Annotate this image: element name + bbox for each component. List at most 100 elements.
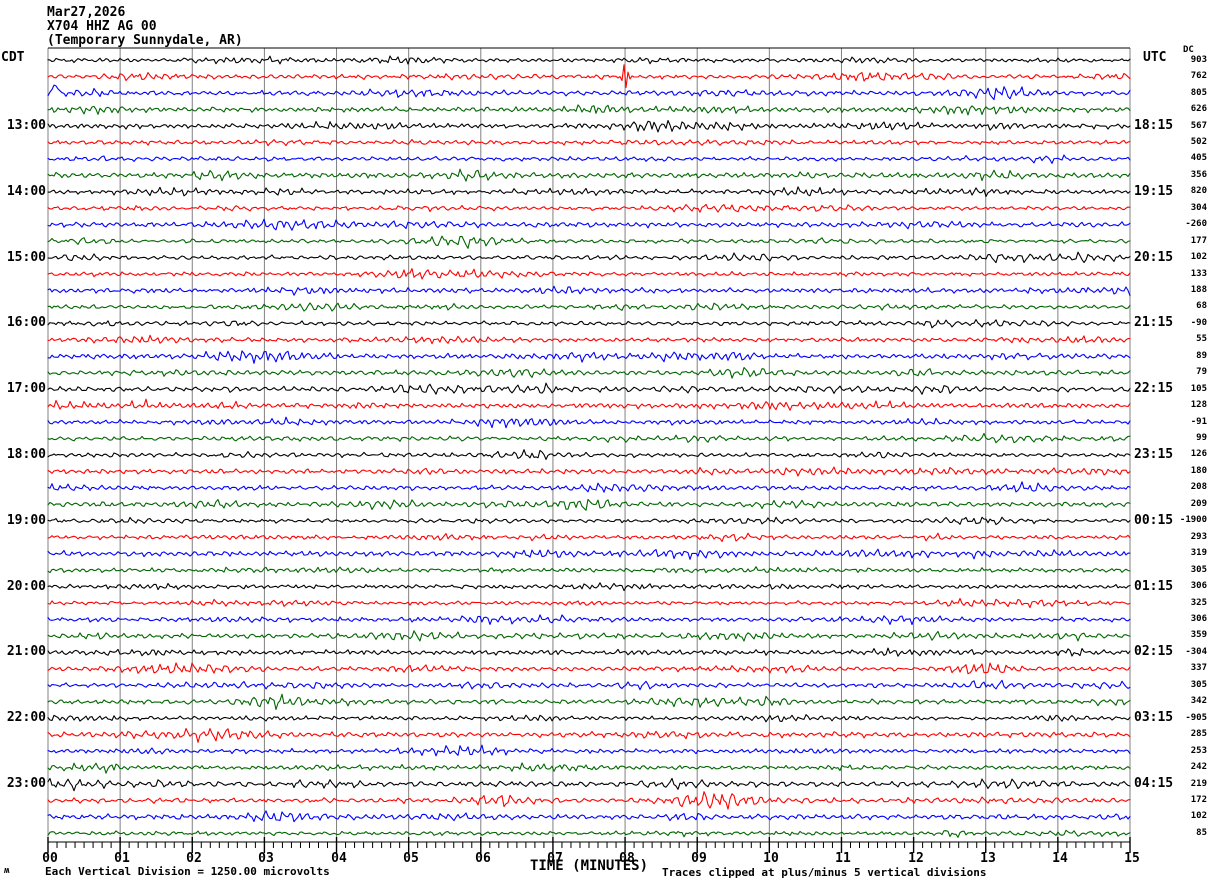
seismogram-trace-row-1 [47,64,1131,89]
corner-squiggle-mark: ʍ [4,866,10,876]
dc-offset-value: 626 [1190,104,1207,114]
minute-tick-label: 12 [908,851,924,866]
helicorder-page: Mar27,2026 X704 HHZ AG 00 (Temporary Sun… [0,0,1210,886]
seismogram-trace-row-2 [47,84,1131,101]
seismogram-trace-row-44 [47,777,1131,792]
minute-tick-label: 05 [403,851,419,866]
seismogram-trace-row-18 [47,350,1131,364]
seismogram-trace-row-6 [47,154,1131,164]
minute-tick-label: 04 [331,851,347,866]
dc-offset-value: 55 [1196,334,1207,344]
seismogram-trace-row-42 [47,744,1131,757]
seismogram-trace-row-33 [47,597,1131,609]
dc-offset-value: 567 [1190,121,1207,131]
dc-offset-value: 325 [1190,598,1207,608]
minute-tick-label: 02 [186,851,202,866]
dc-offset-value: 306 [1190,581,1207,591]
seismogram-trace-row-25 [47,466,1131,477]
dc-offset-value: 305 [1190,565,1207,575]
dc-offset-value: 188 [1190,285,1207,295]
seismogram-trace-row-13 [47,268,1131,280]
minute-tick-label: 10 [763,851,779,866]
seismogram-trace-row-9 [47,203,1131,213]
seismogram-trace-row-20 [47,382,1131,395]
seismogram-trace-row-38 [47,679,1131,691]
seismogram-trace-row-24 [47,449,1131,460]
footer-clip-note: Traces clipped at plus/minus 5 vertical … [662,866,987,879]
seismogram-trace-row-16 [47,319,1131,329]
seismogram-trace-row-39 [47,693,1131,711]
dc-offset-value: 304 [1190,203,1207,213]
left-hour-label: 19:00 [6,513,46,528]
seismogram-trace-row-27 [47,498,1131,511]
left-hour-label: 14:00 [6,184,46,199]
minute-tick-label: 03 [258,851,274,866]
dc-offset-value: 502 [1190,137,1207,147]
seismogram-trace-row-40 [47,714,1131,723]
dc-offset-value: 105 [1190,384,1207,394]
seismogram-trace-row-23 [47,432,1131,444]
dc-offset-value: 359 [1190,630,1207,640]
dc-offset-value: -90 [1190,318,1207,328]
left-hour-label: 17:00 [6,381,46,396]
left-hour-label: 20:00 [6,579,46,594]
dc-offset-value: 102 [1190,811,1207,821]
dc-offset-value: 903 [1190,55,1207,65]
seismogram-trace-row-19 [47,366,1131,379]
left-hour-label: 22:00 [6,710,46,725]
left-hour-label: 15:00 [6,250,46,265]
minute-tick-label: 09 [691,851,707,866]
dc-offset-value: 99 [1196,433,1207,443]
dc-offset-value: 342 [1190,696,1207,706]
dc-offset-value: 177 [1190,236,1207,246]
seismogram-trace-row-26 [47,481,1131,493]
dc-offset-value: 306 [1190,614,1207,624]
dc-offset-value: 128 [1190,400,1207,410]
seismogram-trace-row-30 [47,548,1131,560]
dc-offset-value: 820 [1190,186,1207,196]
dc-offset-value: 242 [1190,762,1207,772]
dc-offset-value: 319 [1190,548,1207,558]
x-axis-label: TIME (MINUTES) [530,858,649,874]
seismogram-trace-row-28 [47,516,1131,526]
minute-tick-label: 06 [475,851,491,866]
dc-offset-value: -905 [1185,713,1207,723]
dc-offset-value: 405 [1190,153,1207,163]
left-hour-label: 18:00 [6,447,46,462]
minute-tick-label: 15 [1124,851,1140,866]
dc-offset-value: 85 [1196,828,1207,838]
dc-offset-value: -1900 [1179,515,1207,525]
dc-offset-value: 762 [1190,71,1207,81]
dc-offset-value: -260 [1185,219,1207,229]
dc-offset-value: 805 [1190,88,1207,98]
seismogram-trace-row-21 [47,398,1131,411]
left-hour-label: 16:00 [6,315,46,330]
left-hour-label: 23:00 [6,776,46,791]
seismogram-trace-row-10 [47,218,1131,231]
seismogram-trace-row-29 [47,532,1131,543]
dc-offset-value: -304 [1185,647,1207,657]
dc-offset-value: 356 [1190,170,1207,180]
seismogram-trace-row-37 [47,662,1131,675]
dc-offset-value: 219 [1190,779,1207,789]
dc-offset-value: 79 [1196,367,1207,377]
dc-offset-value: 126 [1190,449,1207,459]
minute-tick-label: 11 [835,851,851,866]
dc-offset-value: 305 [1190,680,1207,690]
seismogram-trace-row-34 [47,614,1131,626]
seismogram-trace-row-14 [47,285,1131,297]
seismogram-trace-row-4 [47,119,1131,133]
dc-offset-value: 180 [1190,466,1207,476]
seismogram-trace-row-8 [47,186,1131,198]
seismogram-trace-row-31 [47,566,1131,574]
dc-offset-value: 172 [1190,795,1207,805]
seismogram-trace-row-47 [47,829,1131,838]
dc-offset-value: 68 [1196,301,1207,311]
seismogram-trace-row-7 [47,168,1131,182]
seismogram-trace-row-36 [47,647,1131,657]
left-hour-label: 21:00 [6,644,46,659]
seismogram-trace-row-35 [47,630,1131,642]
left-hour-label: 13:00 [6,118,46,133]
dc-offset-value: 102 [1190,252,1207,262]
seismogram-trace-row-17 [47,334,1131,345]
